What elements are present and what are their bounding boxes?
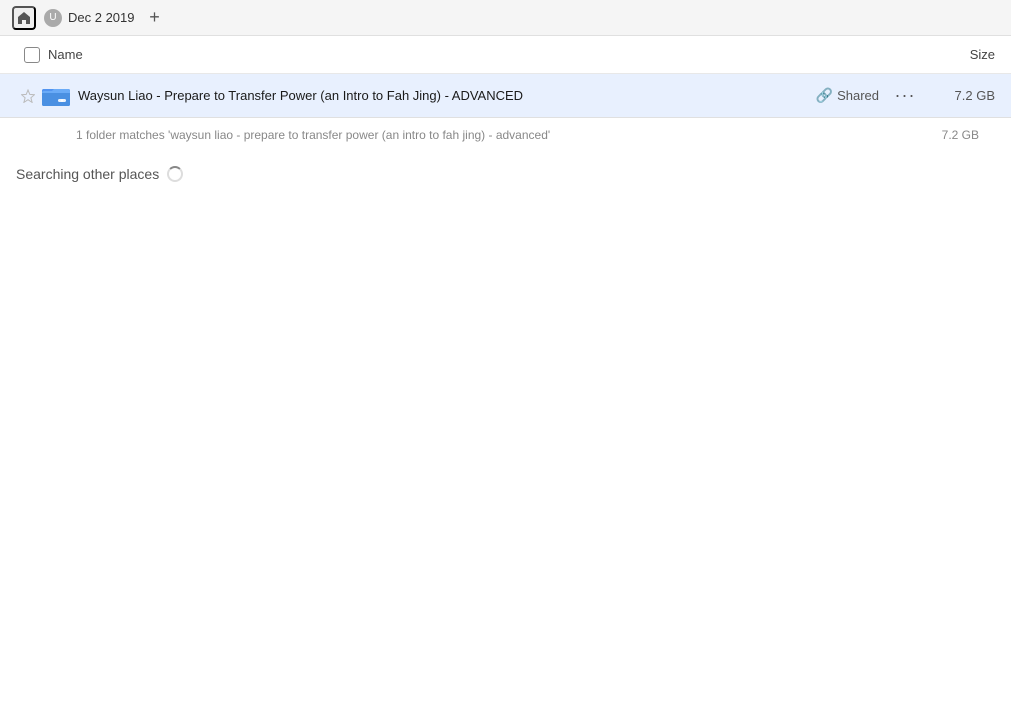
searching-section: Searching other places xyxy=(0,146,1011,190)
folder-icon xyxy=(40,85,72,107)
name-column-header: Name xyxy=(48,47,915,62)
status-row: 7.2 GB 1 folder matches 'waysun liao - p… xyxy=(0,118,1011,146)
shared-badge: 🔗 Shared xyxy=(816,87,879,104)
link-icon: 🔗 xyxy=(816,87,833,104)
loading-spinner xyxy=(167,166,183,182)
top-bar: U Dec 2 2019 + xyxy=(0,0,1011,36)
searching-label: Searching other places xyxy=(16,166,159,182)
size-column-header: Size xyxy=(915,47,995,62)
column-header-row: Name Size xyxy=(0,36,1011,74)
shared-label: Shared xyxy=(837,88,879,103)
avatar: U xyxy=(44,9,62,27)
select-all-checkbox-col xyxy=(16,47,48,63)
breadcrumb: U Dec 2 2019 xyxy=(44,9,135,27)
breadcrumb-text: Dec 2 2019 xyxy=(68,10,135,25)
status-size: 7.2 GB xyxy=(942,128,979,142)
home-button[interactable] xyxy=(12,6,36,30)
add-tab-button[interactable]: + xyxy=(143,6,167,30)
status-text: 1 folder matches 'waysun liao - prepare … xyxy=(76,128,550,142)
file-name: Waysun Liao - Prepare to Transfer Power … xyxy=(72,88,816,103)
more-options-button[interactable]: ··· xyxy=(891,82,919,110)
table-row[interactable]: Waysun Liao - Prepare to Transfer Power … xyxy=(0,74,1011,118)
file-size: 7.2 GB xyxy=(935,88,995,103)
select-all-checkbox[interactable] xyxy=(24,47,40,63)
star-button[interactable] xyxy=(16,89,40,103)
